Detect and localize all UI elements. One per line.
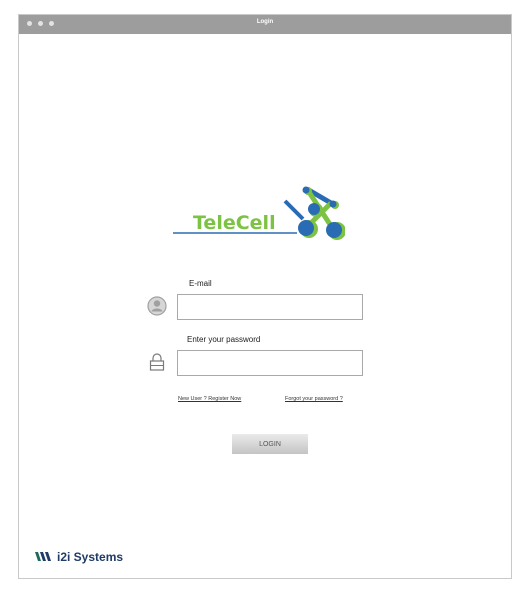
brand-name: TeleCell bbox=[193, 212, 276, 234]
forgot-password-link[interactable]: Forgot your password ? bbox=[285, 396, 343, 402]
window-titlebar: Login bbox=[19, 15, 511, 34]
register-link[interactable]: New User ? Register Now bbox=[178, 396, 241, 402]
user-avatar-icon bbox=[147, 296, 167, 316]
email-input[interactable] bbox=[177, 294, 363, 320]
footer-logo: i2i Systems bbox=[35, 550, 123, 564]
email-label: E-mail bbox=[189, 279, 212, 288]
lock-icon bbox=[149, 353, 165, 371]
company-name: i2i Systems bbox=[57, 550, 124, 564]
password-label: Enter your password bbox=[187, 335, 261, 344]
password-input[interactable] bbox=[177, 350, 363, 376]
window-title: Login bbox=[256, 19, 274, 25]
i2i-logo-icon bbox=[35, 552, 51, 561]
telecell-x-mark-icon bbox=[283, 186, 345, 240]
login-button[interactable]: LOGIN bbox=[232, 434, 308, 454]
login-window: Login TeleCell E-mail Enter your passwor… bbox=[18, 14, 512, 579]
telecell-logo: TeleCell bbox=[173, 186, 345, 240]
